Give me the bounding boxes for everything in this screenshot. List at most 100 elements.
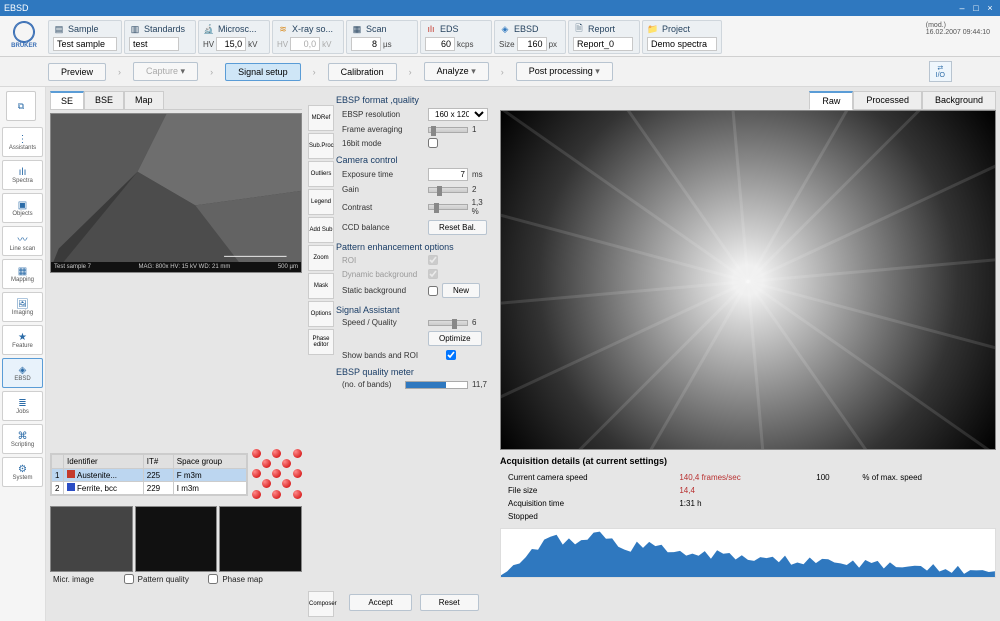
tool-legend[interactable]: Legend xyxy=(308,189,334,215)
card-standards[interactable]: ▥Standards test xyxy=(124,20,196,54)
tool-subproc[interactable]: Sub.Proc xyxy=(308,133,334,159)
tab-bse[interactable]: BSE xyxy=(84,91,124,109)
sidebar-scripting[interactable]: ⌘Scripting xyxy=(2,424,43,454)
ebsp-pattern-image[interactable] xyxy=(500,110,996,450)
col-identifier[interactable]: Identifier xyxy=(64,455,144,469)
ebsp-resolution-label: EBSP resolution xyxy=(342,110,424,119)
card-eds-unit: kcps xyxy=(457,40,473,49)
card-report[interactable]: 🗎Report Report_0 xyxy=(568,20,640,54)
gain-slider[interactable] xyxy=(428,187,468,193)
sem-image[interactable]: Test sample 7 MAG: 800x HV: 15 kV WD: 21… xyxy=(50,113,302,273)
capture-button[interactable]: Capture xyxy=(133,62,198,81)
workflow-bar: Preview Capture Signal setup Calibration… xyxy=(0,57,1000,87)
tool-composer[interactable]: Composer xyxy=(308,591,334,617)
tool-addsub[interactable]: Add Sub xyxy=(308,217,334,243)
dyn-bg-label: Dynamic background xyxy=(342,270,424,279)
tab-map[interactable]: Map xyxy=(124,91,164,109)
thumb-pm-checkbox[interactable] xyxy=(208,574,218,584)
thumb-micr[interactable]: Micr. image xyxy=(50,506,133,572)
sem-scalebar-label: 500 µm xyxy=(278,264,298,270)
sidebar-ebsd[interactable]: ◈EBSD xyxy=(2,358,43,388)
sem-footer-mid: MAG: 800x HV: 15 kV WD: 21 mm xyxy=(139,264,231,270)
sidebar-mapping[interactable]: ▦Mapping xyxy=(2,259,43,289)
card-ebsd[interactable]: ◈EBSD Size160px xyxy=(494,20,566,54)
sidebar-linescan[interactable]: 〰Line scan xyxy=(2,226,43,256)
sidebar-spectra[interactable]: ılıSpectra xyxy=(2,160,43,190)
col-spacegroup[interactable]: Space group xyxy=(173,455,246,469)
thumb-phase-map[interactable]: Phase map xyxy=(219,506,302,572)
tab-processed[interactable]: Processed xyxy=(853,91,922,110)
roi-label: ROI xyxy=(342,256,424,265)
io-button[interactable]: ⇄I/O xyxy=(929,61,952,82)
tool-options[interactable]: Options xyxy=(308,301,334,327)
card-eds[interactable]: ılıEDS 60kcps xyxy=(420,20,492,54)
thumbnail-row: Micr. image Pattern quality Phase map xyxy=(50,506,302,572)
swatch-icon xyxy=(67,470,75,478)
window-title: EBSD xyxy=(4,3,29,13)
ebsd-icon: ◈ xyxy=(499,23,511,35)
close-icon[interactable]: × xyxy=(984,3,996,13)
card-project[interactable]: 📁Project Demo spectra xyxy=(642,20,722,54)
maximize-icon[interactable]: □ xyxy=(970,3,982,13)
card-sample-value: Test sample xyxy=(53,37,117,51)
speed-pct-label: % of max. speed xyxy=(862,472,994,483)
bands-value: 11,7 xyxy=(472,380,492,389)
contrast-slider[interactable] xyxy=(428,204,468,210)
thumb-pm-label: Phase map xyxy=(222,575,262,584)
standards-icon: ▥ xyxy=(129,23,141,35)
tool-phase-editor[interactable]: Phase editor xyxy=(308,329,334,355)
card-microscope[interactable]: 🔬Microsc... HV15,0kV xyxy=(198,20,270,54)
calibration-button[interactable]: Calibration xyxy=(328,63,397,81)
sidebar-imaging[interactable]: 🖼Imaging xyxy=(2,292,43,322)
sidebar-feature[interactable]: ★Feature xyxy=(2,325,43,355)
exposure-unit: ms xyxy=(472,170,492,179)
card-scan[interactable]: ▦Scan 8µs xyxy=(346,20,418,54)
tab-raw[interactable]: Raw xyxy=(809,91,853,110)
card-xray[interactable]: ≋X-ray so... HV0,0kV xyxy=(272,20,344,54)
acquisition-header: Acquisition details (at current settings… xyxy=(500,456,996,466)
post-processing-button[interactable]: Post processing xyxy=(516,62,613,81)
card-microscope-label: Microsc... xyxy=(218,24,257,34)
tab-se[interactable]: SE xyxy=(50,91,84,109)
group-camera: Camera control xyxy=(336,155,492,165)
show-bands-checkbox[interactable] xyxy=(446,350,456,360)
optimize-button[interactable]: Optimize xyxy=(428,331,482,346)
histogram-chart xyxy=(500,528,996,578)
phase-row-1[interactable]: 1 Austenite... 225 F m3m xyxy=(52,469,247,482)
preview-button[interactable]: Preview xyxy=(48,63,106,81)
sidebar-objects[interactable]: ▣Objects xyxy=(2,193,43,223)
sidebar-assistants[interactable]: ⋮Assistants xyxy=(2,127,43,157)
minimize-icon[interactable]: – xyxy=(956,3,968,13)
card-project-label: Project xyxy=(662,24,690,34)
panel-left: SE BSE Map Test sample 7 MAG: 800x HV: 1… xyxy=(46,87,306,621)
assistants-top-icon[interactable]: ⧉ xyxy=(6,91,36,121)
new-button[interactable]: New xyxy=(442,283,480,298)
phase-row-2[interactable]: 2 Ferrite, bcc 229 I m3m xyxy=(52,482,247,495)
tool-zoom[interactable]: Zoom xyxy=(308,245,334,271)
tool-outliers[interactable]: Outliers xyxy=(308,161,334,187)
exposure-label: Exposure time xyxy=(342,170,424,179)
tab-background[interactable]: Background xyxy=(922,91,996,110)
sidebar-jobs[interactable]: ≣Jobs xyxy=(2,391,43,421)
tool-mdref[interactable]: MDRef xyxy=(308,105,334,131)
sidebar-system[interactable]: ⚙System xyxy=(2,457,43,487)
thumb-pq-checkbox[interactable] xyxy=(124,574,134,584)
ebsp-resolution-select[interactable]: 160 x 120 xyxy=(428,108,488,121)
col-it[interactable]: IT# xyxy=(143,455,173,469)
speed-quality-slider[interactable] xyxy=(428,320,468,326)
tool-mask[interactable]: Mask xyxy=(308,273,334,299)
exposure-input[interactable] xyxy=(428,168,468,181)
analyze-button[interactable]: Analyze xyxy=(424,62,489,81)
thumb-pattern-quality[interactable]: Pattern quality xyxy=(135,506,218,572)
accept-button[interactable]: Accept xyxy=(349,594,411,611)
signal-setup-button[interactable]: Signal setup xyxy=(225,63,301,81)
sample-icon: ▤ xyxy=(53,23,65,35)
show-bands-label: Show bands and ROI xyxy=(342,351,442,360)
frame-avg-slider[interactable] xyxy=(428,127,468,133)
static-bg-checkbox[interactable] xyxy=(428,286,438,296)
card-sample[interactable]: ▤Sample Test sample xyxy=(48,20,122,54)
bit16-checkbox[interactable] xyxy=(428,138,438,148)
reset-button[interactable]: Reset xyxy=(420,594,479,611)
reset-balance-button[interactable]: Reset Bal. xyxy=(428,220,487,235)
xray-icon: ≋ xyxy=(277,23,289,35)
